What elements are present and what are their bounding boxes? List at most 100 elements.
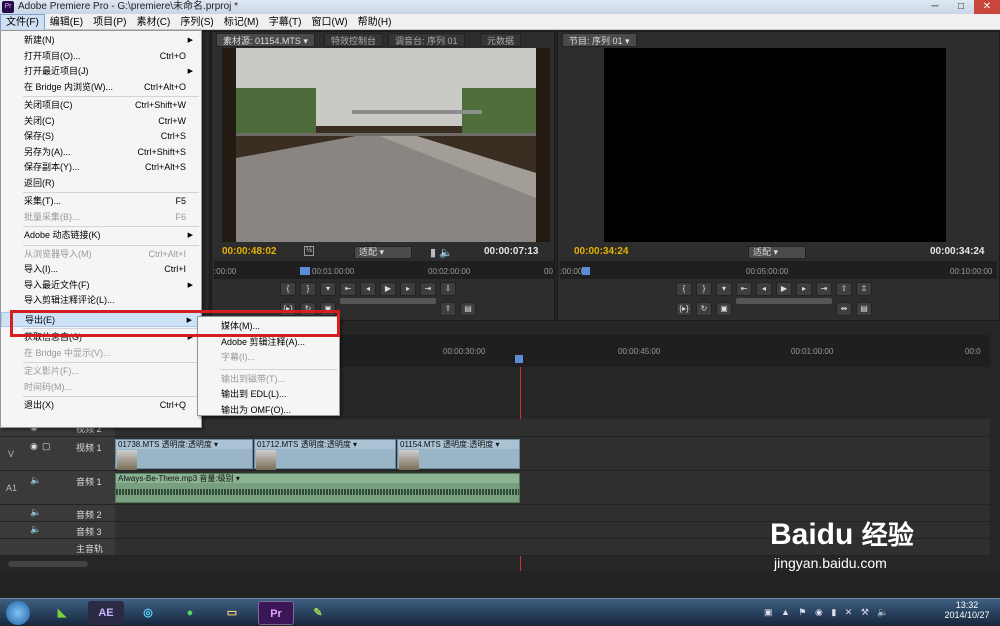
file-menu-item[interactable]: Adobe 动态链接(K) ▶ (1, 228, 201, 243)
program-play-icon[interactable]: ▶ (776, 282, 792, 296)
file-menu-item[interactable]: 导入(I)... Ctrl+I (1, 262, 201, 277)
file-menu-item[interactable]: 在 Bridge 内浏览(W)... Ctrl+Alt+O (1, 80, 201, 95)
timeline-zoom-slider[interactable] (8, 561, 88, 567)
program-jog-slider[interactable] (736, 298, 832, 304)
tab-effect-controls[interactable]: 特效控制台 (324, 33, 384, 47)
file-menu-item[interactable]: 关闭项目(C) Ctrl+Shift+W (1, 98, 201, 113)
menu-clip[interactable]: 素材(C) (131, 15, 175, 30)
nvidia-icon[interactable]: ◣ (44, 601, 80, 625)
lock-icon[interactable]: ▢ (42, 441, 51, 452)
speaker-icon[interactable]: 🔈 (30, 507, 41, 518)
file-menu-item[interactable]: 新建(N) ▶ (1, 33, 201, 48)
source-clip-icon[interactable]: ▮ 🔈 (430, 246, 453, 259)
menu-marker[interactable]: 标记(M) (219, 15, 264, 30)
menu-window[interactable]: 窗口(W) (306, 15, 352, 30)
program-step-forward-icon[interactable]: ▸ (796, 282, 812, 296)
program-trim-icon[interactable]: ⇹ (836, 302, 852, 316)
minimize-button[interactable]: ─ (922, 0, 948, 14)
track-audio-1[interactable]: Always-Be-There.mp3 音量:级别 ▾ (115, 471, 990, 505)
go-to-out-icon[interactable]: ⇥ (420, 282, 436, 296)
marker-icon[interactable]: ▾ (320, 282, 336, 296)
speaker-icon[interactable]: 🔈 (30, 524, 41, 535)
track-header-audio-1[interactable]: A1 🔈 音频 1 (0, 471, 115, 505)
media-player-icon[interactable]: ◎ (130, 601, 166, 625)
track-header-video-1[interactable]: V ◉ ▢ 视频 1 (0, 437, 115, 471)
file-menu-item[interactable]: 另存为(A)... Ctrl+Shift+S (1, 145, 201, 160)
program-export-frame-icon[interactable]: ▤ (856, 302, 872, 316)
export-frame-icon[interactable]: ▤ (460, 302, 476, 316)
program-set-out-icon[interactable]: } (696, 282, 712, 296)
file-menu-item[interactable]: 导入剪辑注释评论(L)... (1, 293, 201, 308)
tab-audio-mixer[interactable]: 调音台: 序列 01 (388, 33, 465, 47)
source-playhead[interactable] (300, 267, 310, 275)
file-menu-item[interactable]: 保存(S) Ctrl+S (1, 129, 201, 144)
track-header-audio-3[interactable]: 🔈 音频 3 (0, 522, 115, 539)
menu-edit[interactable]: 编辑(E) (45, 15, 88, 30)
program-lift-icon[interactable]: ⇧ (836, 282, 852, 296)
video-target-label[interactable]: V (8, 449, 14, 459)
export-menu-item[interactable]: 输出为 OMF(O)... (198, 403, 339, 418)
maximize-button[interactable]: □ (948, 0, 974, 14)
file-menu-item[interactable]: 保存副本(Y)... Ctrl+Alt+S (1, 160, 201, 175)
source-current-timecode[interactable]: 00:00:48:02 (222, 246, 276, 257)
track-video-1[interactable]: 01738.MTS 透明度:透明度 ▾ 01712.MTS 透明度:透明度 ▾ … (115, 437, 990, 471)
jog-shuttle-slider[interactable] (340, 298, 436, 304)
file-menu-item[interactable]: 关闭(C) Ctrl+W (1, 114, 201, 129)
tab-source[interactable]: 素材源: 01154.MTS ▾ (216, 33, 315, 47)
eye-icon[interactable]: ◉ (30, 441, 38, 452)
pen-app-icon[interactable]: ✎ (300, 601, 336, 625)
program-step-back-icon[interactable]: ◂ (756, 282, 772, 296)
track-video-2[interactable] (115, 419, 990, 437)
program-current-timecode[interactable]: 00:00:34:24 (574, 246, 628, 257)
file-menu-item[interactable]: 导入最近文件(F) ▶ (1, 278, 201, 293)
menu-project[interactable]: 项目(P) (88, 15, 131, 30)
insert-icon[interactable]: ⇩ (440, 282, 456, 296)
step-back-icon[interactable]: ◂ (360, 282, 376, 296)
set-in-icon[interactable]: { (280, 282, 296, 296)
after-effects-icon[interactable]: AE (88, 601, 124, 625)
program-time-ruler[interactable]: :00:00 00:05:00:00 00:10:00:00 (560, 261, 997, 279)
program-safe-margins-icon[interactable]: ▣ (716, 302, 732, 316)
program-extract-icon[interactable]: ⇫ (856, 282, 872, 296)
track-header-master[interactable]: 主音轨 (0, 539, 115, 556)
source-page-icon[interactable]: ½ (304, 246, 314, 256)
track-header-audio-2[interactable]: 🔈 音频 2 (0, 505, 115, 522)
export-menu-item[interactable]: 输出到 EDL(L)... (198, 387, 339, 402)
tab-program[interactable]: 节目: 序列 01 ▾ (562, 33, 637, 47)
source-time-ruler[interactable]: :00:00 00:01:00:00 00:02:00:00 00 (214, 261, 554, 279)
file-menu-item[interactable]: 打开项目(O)... Ctrl+O (1, 49, 201, 64)
green-app-icon[interactable]: ● (172, 601, 208, 625)
menu-title[interactable]: 字幕(T) (264, 15, 307, 30)
menu-help[interactable]: 帮助(H) (353, 15, 397, 30)
program-marker-icon[interactable]: ▾ (716, 282, 732, 296)
file-menu-item[interactable]: 采集(T)... F5 (1, 194, 201, 209)
set-out-icon[interactable]: } (300, 282, 316, 296)
premiere-pro-icon[interactable]: Pr (258, 601, 294, 625)
menu-sequence[interactable]: 序列(S) (175, 15, 218, 30)
go-to-in-icon[interactable]: ⇤ (340, 282, 356, 296)
start-button-icon[interactable] (6, 601, 30, 625)
overlay-icon[interactable]: ⇪ (440, 302, 456, 316)
file-menu-item[interactable]: 退出(X) Ctrl+Q (1, 398, 201, 413)
menu-file[interactable]: 文件(F) (0, 14, 45, 31)
program-fit-dropdown[interactable]: 适配 ▾ (748, 246, 806, 259)
video-clip[interactable]: 01712.MTS 透明度:透明度 ▾ (254, 439, 396, 470)
tab-metadata[interactable]: 元数据 (480, 33, 522, 47)
tray-icons[interactable]: ▣ ▲ ⚑ ◉ ▮ ✕ ⚒ 🔈 (764, 607, 892, 618)
clock[interactable]: 13:32 2014/10/27 (942, 600, 992, 620)
play-icon[interactable]: ▶ (380, 282, 396, 296)
close-button[interactable]: ✕ (974, 0, 1000, 14)
file-menu-item[interactable]: 打开最近项目(J) ▶ (1, 64, 201, 79)
step-forward-icon[interactable]: ▸ (400, 282, 416, 296)
file-menu-item[interactable]: 返回(R) (1, 176, 201, 191)
source-fit-dropdown[interactable]: 适配 ▾ (354, 246, 412, 259)
speaker-icon[interactable]: 🔈 (30, 475, 41, 486)
program-playhead[interactable] (582, 267, 590, 275)
video-clip[interactable]: 01154.MTS 透明度:透明度 ▾ (397, 439, 520, 470)
program-loop-icon[interactable]: ↻ (696, 302, 712, 316)
audio-target-label[interactable]: A1 (6, 483, 17, 493)
folder-icon[interactable]: ▭ (214, 601, 250, 625)
program-go-to-out-icon[interactable]: ⇥ (816, 282, 832, 296)
audio-clip[interactable]: Always-Be-There.mp3 音量:级别 ▾ (115, 473, 520, 503)
timeline-playhead-handle[interactable] (515, 355, 523, 363)
